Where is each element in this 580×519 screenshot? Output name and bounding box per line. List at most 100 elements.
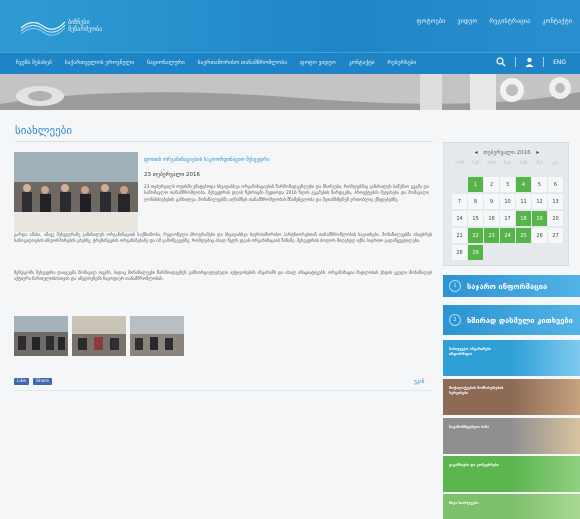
- site-logo[interactable]: ბიზნესი მეწარმეობა: [20, 12, 140, 42]
- badge-number: 2: [449, 314, 461, 326]
- main-navbar: ჩვენს შესახებ საქართველოს ეროვნული ნაციო…: [0, 52, 580, 74]
- top-links: ფოტოები ვიდეო რეგისტრაცია კონტაქტი: [417, 18, 573, 25]
- calendar-day: 16: [484, 211, 499, 226]
- calendar-header: ◂ თებერვალი 2016 ▸: [444, 149, 570, 156]
- calendar-day: 14: [452, 211, 467, 226]
- calendar-event-day[interactable]: 19: [532, 211, 547, 226]
- facebook-like-button[interactable]: Like: [14, 378, 29, 385]
- article-date: 23 თებერვალი 2016: [144, 172, 201, 178]
- calendar-weekdays: ორშ სამ ოთხ ხუთ პარ შაბ კვი: [452, 160, 563, 167]
- calendar-day: 8: [468, 194, 483, 209]
- gallery-thumbnail[interactable]: [130, 316, 184, 356]
- nav-item-resources[interactable]: რესურსები: [388, 60, 417, 66]
- calendar-day: 21: [452, 228, 467, 243]
- calendar-event-day[interactable]: 4: [516, 177, 531, 192]
- top-link-video[interactable]: ვიდეო: [457, 18, 477, 25]
- calendar-day: 15: [468, 211, 483, 226]
- badge-number: 1: [449, 280, 461, 292]
- promo-text: სხვა სიახლეები: [449, 501, 479, 505]
- meeting-thumbnail-image: [14, 316, 68, 356]
- promo-image: [511, 418, 580, 454]
- logo-waves-icon: [20, 21, 66, 36]
- promo-tile[interactable]: საკანონმდებლო ბაზა: [443, 418, 580, 454]
- columns-banner-image: [0, 74, 580, 110]
- public-information-button[interactable]: 1 საჯარო ინფორმაცია: [443, 275, 580, 297]
- promo-image: [511, 340, 580, 376]
- promo-text: საბიუჯეტო ანგარიშები ინფორმაცია: [449, 347, 492, 356]
- calendar-day: 2: [484, 177, 499, 192]
- article-headline[interactable]: ფოთის ორგანიზაციების საკოორდინაციო შეხვე…: [144, 157, 424, 163]
- calendar-event-day[interactable]: 18: [516, 211, 531, 226]
- calendar-day: 9: [484, 194, 499, 209]
- article-paragraph: გარდა ამისა, ამავე შეხვედრაზე განიხილეს …: [14, 232, 432, 244]
- search-icon[interactable]: [496, 57, 506, 67]
- meeting-photo-image: [14, 152, 138, 232]
- promo-text: საკანონმდებლო ბაზა: [449, 425, 490, 429]
- calendar-event-day[interactable]: 23: [484, 228, 499, 243]
- events-calendar: ◂ თებერვალი 2016 ▸ ორშ სამ ოთხ ხუთ პარ შაბ კვი…: [443, 142, 569, 266]
- calendar-day: 7: [452, 194, 467, 209]
- calendar-grid: 1 2 3 4 5 6 7 8 9 10 11 12 13 14 15 16 17 18 19 20 21 22 23 24 2…: [452, 177, 563, 260]
- calendar-event-day[interactable]: 25: [516, 228, 531, 243]
- nav-item-contact[interactable]: კონტაქტი: [349, 60, 375, 66]
- calendar-weekday: ოთხ: [487, 160, 496, 165]
- gallery-thumbnail[interactable]: [72, 316, 126, 356]
- facebook-share-button[interactable]: Share: [32, 378, 52, 385]
- hero-banner: [0, 74, 580, 110]
- calendar-event-day[interactable]: 24: [500, 228, 515, 243]
- top-link-photos[interactable]: ფოტოები: [417, 18, 446, 25]
- title-divider: [15, 141, 433, 142]
- meeting-thumbnail-image: [72, 316, 126, 356]
- promo-tile[interactable]: მოქალაქეების მომსახურების სერვისები: [443, 379, 580, 415]
- nav-item-nationalities[interactable]: ნაციონალური: [147, 60, 185, 66]
- calendar-day: 12: [532, 194, 547, 209]
- calendar-empty-cell: [452, 177, 467, 192]
- article-main-photo[interactable]: [14, 152, 138, 232]
- nav-divider: [515, 57, 517, 67]
- button-label: საჯარო ინფორმაცია: [467, 281, 548, 291]
- calendar-event-day[interactable]: 1: [468, 177, 483, 192]
- nav-divider: [543, 57, 545, 67]
- nav-item-national[interactable]: საქართველოს ეროვნული: [65, 60, 134, 66]
- calendar-weekday: კვი: [552, 160, 559, 165]
- calendar-day: 20: [548, 211, 563, 226]
- calendar-day: 3: [500, 177, 515, 192]
- top-link-registration[interactable]: რეგისტრაცია: [489, 18, 530, 25]
- social-share: Like Share: [14, 378, 52, 385]
- calendar-prev-icon[interactable]: ◂: [475, 149, 478, 156]
- nav-item-media[interactable]: ფოტო ვიდეო: [300, 60, 336, 66]
- calendar-day: 10: [500, 194, 515, 209]
- nav-item-international[interactable]: საერთაშორისო თანამშრომლობა: [198, 60, 287, 66]
- calendar-day: 6: [548, 177, 563, 192]
- page: ბიზნესი მეწარმეობა ფოტოები ვიდეო რეგისტრ…: [0, 0, 580, 519]
- gallery-thumbnail[interactable]: [14, 316, 68, 356]
- calendar-weekday: ორშ: [455, 160, 464, 165]
- calendar-event-day[interactable]: 22: [468, 228, 483, 243]
- logo-text: ბიზნესი მეწარმეობა: [68, 19, 103, 33]
- meeting-thumbnail-image: [130, 316, 184, 356]
- calendar-weekday: პარ: [519, 160, 528, 165]
- promo-tile[interactable]: ვაკანსიები და კონკურსები: [443, 456, 580, 492]
- language-switch[interactable]: ENG: [553, 59, 566, 66]
- button-label: ხშირად დასმული კითხვები: [467, 315, 573, 325]
- top-link-contact[interactable]: კონტაქტი: [542, 18, 572, 25]
- site-header: ბიზნესი მეწარმეობა ფოტოები ვიდეო რეგისტრ…: [0, 0, 580, 52]
- calendar-next-icon[interactable]: ▸: [536, 149, 539, 156]
- calendar-event-day[interactable]: 29: [468, 245, 483, 260]
- user-icon[interactable]: [525, 57, 534, 67]
- back-link[interactable]: უკან: [414, 379, 424, 385]
- calendar-weekday: შაბ: [536, 160, 543, 165]
- calendar-day: 26: [532, 228, 547, 243]
- promo-image: [511, 379, 580, 415]
- calendar-day: 27: [548, 228, 563, 243]
- promo-text: ვაკანსიები და კონკურსები: [449, 463, 499, 467]
- calendar-day: 11: [516, 194, 531, 209]
- calendar-month: თებერვალი 2016: [483, 150, 531, 156]
- faq-button[interactable]: 2 ხშირად დასმული კითხვები: [443, 305, 580, 335]
- calendar-day: 17: [500, 211, 515, 226]
- promo-tile[interactable]: საბიუჯეტო ანგარიშები ინფორმაცია: [443, 340, 580, 376]
- nav-item-about[interactable]: ჩვენს შესახებ: [16, 60, 52, 66]
- calendar-day: 28: [452, 245, 467, 260]
- nav-tools: ENG: [496, 57, 566, 67]
- promo-tile[interactable]: სხვა სიახლეები: [443, 494, 580, 519]
